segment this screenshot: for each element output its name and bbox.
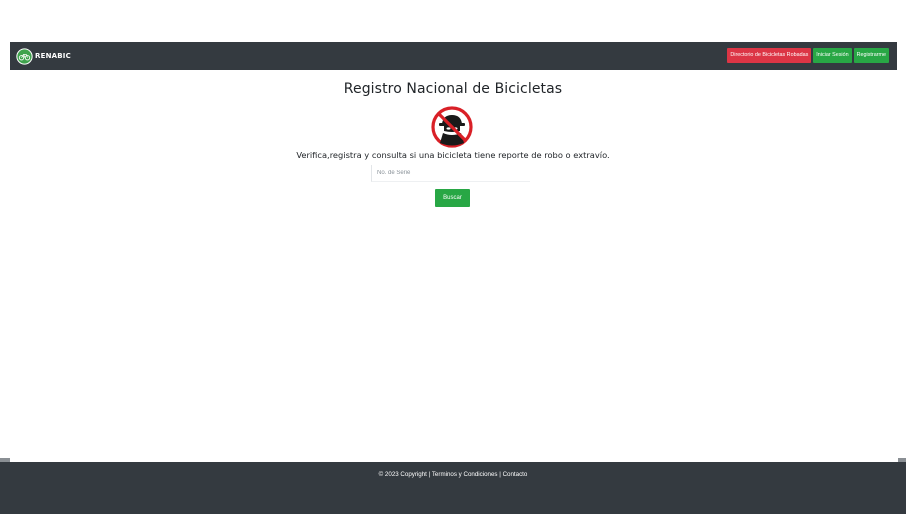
footer [0,458,906,514]
top-navbar: RENABIC Directorio de Bicicletas Robadas… [10,42,897,70]
bicycle-logo-icon [16,47,33,65]
brand-link[interactable]: RENABIC [16,47,71,65]
brand-name: RENABIC [35,52,71,60]
stolen-bikes-directory-button[interactable]: Directorio de Bicicletas Robadas [727,48,812,63]
contact-link[interactable]: Contacto [503,471,528,478]
login-button[interactable]: Iniciar Sesión [813,48,852,63]
page-title: Registro Nacional de Bicicletas [343,81,563,97]
page-subtitle: Verifica,registra y consulta si una bici… [296,150,610,160]
thief-prohibited-icon [431,106,473,148]
serial-number-input[interactable] [371,165,530,182]
search-button[interactable]: Buscar [435,189,470,207]
footer-top-strip [10,458,898,462]
copyright-text: © 2023 Copyright | [378,471,432,478]
nav-button-group: Directorio de Bicicletas Robadas Iniciar… [727,48,889,63]
footer-edge-right [898,458,906,462]
terms-link[interactable]: Terminos y Condiciones [432,471,498,478]
register-button[interactable]: Registrarme [853,48,889,63]
footer-edge-left [0,458,10,462]
page: RENABIC Directorio de Bicicletas Robadas… [0,0,906,514]
footer-text: © 2023 Copyright | Terminos y Condicione… [0,471,906,478]
